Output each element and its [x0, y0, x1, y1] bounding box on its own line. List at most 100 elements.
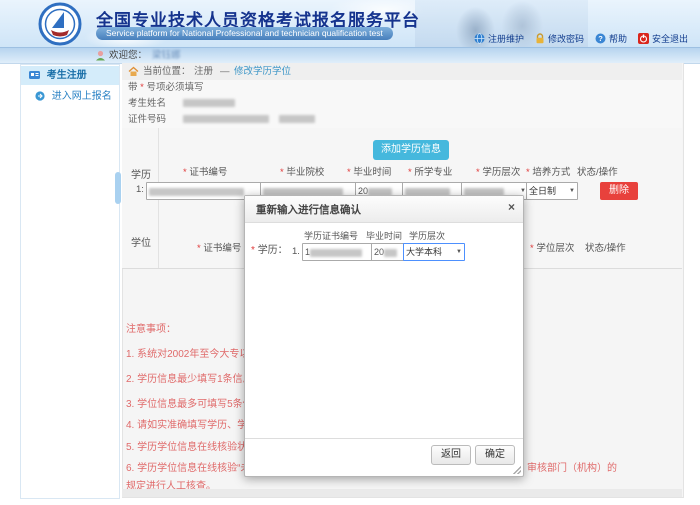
id-number-masked-value-2: [279, 115, 315, 123]
degree-col-status: 状态/操作: [585, 240, 626, 254]
logout-label: 安全退出: [652, 32, 688, 45]
topbar-links: 注册维护 修改密码 ? 帮助: [474, 32, 688, 45]
required-note-post: 号项必须填写: [147, 82, 204, 93]
note-item-4: 4. 请如实准确填写学历、学位: [126, 416, 257, 431]
platform-logo-icon: [38, 2, 82, 46]
question-icon: ?: [595, 33, 606, 44]
breadcrumb-current-link[interactable]: 修改学历学位: [234, 63, 291, 80]
education-delete-button[interactable]: 删除: [600, 182, 638, 200]
id-number-label: 证件号码: [128, 114, 166, 125]
id-card-icon: [29, 70, 40, 80]
power-icon: [638, 33, 649, 44]
required-star: *: [408, 167, 412, 178]
breadcrumb-separator: —: [220, 63, 230, 80]
required-star: *: [197, 243, 201, 254]
note-item-1: 1. 系统对2002年至今大专以上: [126, 345, 259, 360]
user-avatar-icon: [95, 50, 106, 61]
banner: 全国专业技术人员资格考试报名服务平台 Service platform for …: [0, 0, 700, 48]
dialog-title: 重新输入进行信息确认: [256, 202, 361, 217]
welcome-label: 欢迎您：: [109, 48, 147, 63]
sidebar-item-register-label: 考生注册: [47, 70, 87, 81]
required-star: *: [251, 245, 255, 256]
degree-label-divider: [158, 212, 159, 268]
id-number-row: 证件号码: [122, 112, 682, 129]
dialog-field-label: * 学历：: [251, 241, 288, 256]
change-password-link[interactable]: 修改密码: [535, 32, 584, 45]
dialog-col-cert: 学历证书编号: [304, 229, 358, 242]
dialog-col-level: 学历层次: [409, 229, 445, 242]
help-label: 帮助: [609, 32, 627, 45]
notes-title: 注意事项：: [126, 320, 176, 335]
education-mode-select[interactable]: ▼ 全日制: [526, 182, 578, 200]
degree-row-label: 学位: [131, 234, 151, 249]
close-icon[interactable]: ×: [508, 200, 515, 214]
dialog-row-index: 1.: [292, 246, 300, 257]
sidebar-item-register[interactable]: 考生注册: [21, 66, 119, 85]
chevron-down-icon: ▼: [569, 183, 575, 199]
education-row-label: 学历: [131, 166, 151, 181]
masked-value: [384, 249, 397, 257]
required-star: *: [530, 243, 534, 254]
dialog-resize-handle[interactable]: [513, 466, 521, 474]
page: 全国专业技术人员资格考试报名服务平台 Service platform for …: [0, 0, 700, 505]
degree-col-level: * 学位层次: [530, 240, 574, 254]
dialog-col-time: 毕业时间: [366, 229, 402, 242]
id-number-masked-value: [183, 115, 269, 123]
dialog-header: 重新输入进行信息确认 ×: [245, 196, 523, 223]
education-col-major: * 所学专业: [408, 164, 452, 178]
sidebar-item-enroll-label: 进入网上报名: [52, 91, 112, 102]
add-education-button[interactable]: 添加学历信息: [373, 140, 449, 160]
dialog-cert-input[interactable]: 1: [302, 243, 374, 261]
required-star: *: [476, 167, 480, 178]
note-item-5: 5. 学历学位信息在线核验状态: [126, 438, 257, 453]
banner-subtitle: Service platform for National Profession…: [96, 27, 393, 40]
note-item-6-continued: 审核部门（机构）的: [527, 459, 617, 474]
register-maintain-link[interactable]: 注册维护: [474, 32, 524, 45]
candidate-name-label: 考生姓名: [128, 98, 166, 109]
required-star: *: [140, 82, 144, 93]
note-item-2: 2. 学历信息最少填写1条信息，: [126, 370, 263, 385]
education-col-time: * 毕业时间: [347, 164, 391, 178]
breadcrumb: 当前位置： 注册 — 修改学历学位: [122, 63, 682, 81]
breadcrumb-section: 注册: [194, 63, 213, 80]
note-item-3: 3. 学位信息最多可填写5条信: [126, 395, 253, 410]
note-item-6: 6. 学历学位信息在线核验“未: [126, 459, 250, 474]
dialog-footer-divider: [245, 438, 523, 439]
required-star: *: [280, 167, 284, 178]
required-note-row: 带 * 号项必须填写: [122, 80, 682, 97]
education-col-level: * 学历层次: [476, 164, 520, 178]
help-link[interactable]: ? 帮助: [595, 32, 627, 45]
confirm-button[interactable]: 确定: [475, 445, 515, 465]
content-bottom-strip: [122, 489, 682, 497]
dialog-time-input[interactable]: 20: [371, 243, 405, 261]
required-star: *: [347, 167, 351, 178]
dialog-level-select[interactable]: ▼ 大学本科: [403, 243, 465, 261]
education-col-cert: * 证书编号: [183, 164, 227, 178]
back-button[interactable]: 返回: [431, 445, 471, 465]
circle-arrow-icon: [35, 91, 45, 101]
education-col-status: 状态/操作: [577, 164, 618, 178]
globe-icon: [474, 33, 485, 44]
lock-icon: [535, 33, 545, 44]
logout-link[interactable]: 安全退出: [638, 32, 688, 45]
masked-value: [149, 188, 244, 196]
candidate-name-masked-value: [183, 99, 235, 107]
required-note-pre: 带: [128, 82, 138, 93]
welcome-username: 梁钰娜: [152, 48, 181, 63]
required-star: *: [526, 167, 530, 178]
candidate-name-row: 考生姓名: [122, 96, 682, 113]
masked-value: [310, 249, 362, 257]
education-row-index: 1:: [136, 184, 144, 195]
degree-col-cert: * 证书编号: [197, 240, 241, 254]
sidebar-item-enroll[interactable]: 进入网上报名: [21, 87, 119, 106]
home-icon: [128, 66, 139, 77]
welcome-bar: 欢迎您： 梁钰娜: [0, 48, 700, 64]
sidebar: 考生注册 进入网上报名: [20, 64, 120, 499]
confirm-info-dialog: 重新输入进行信息确认 × 学历证书编号 毕业时间 学历层次 * 学历： 1. 1…: [244, 195, 524, 477]
sidebar-collapse-handle[interactable]: [115, 172, 121, 204]
chevron-down-icon: ▼: [456, 244, 462, 260]
education-col-school: * 毕业院校: [280, 164, 324, 178]
breadcrumb-prefix: 当前位置：: [143, 63, 191, 80]
change-password-label: 修改密码: [548, 32, 584, 45]
register-maintain-label: 注册维护: [488, 32, 524, 45]
